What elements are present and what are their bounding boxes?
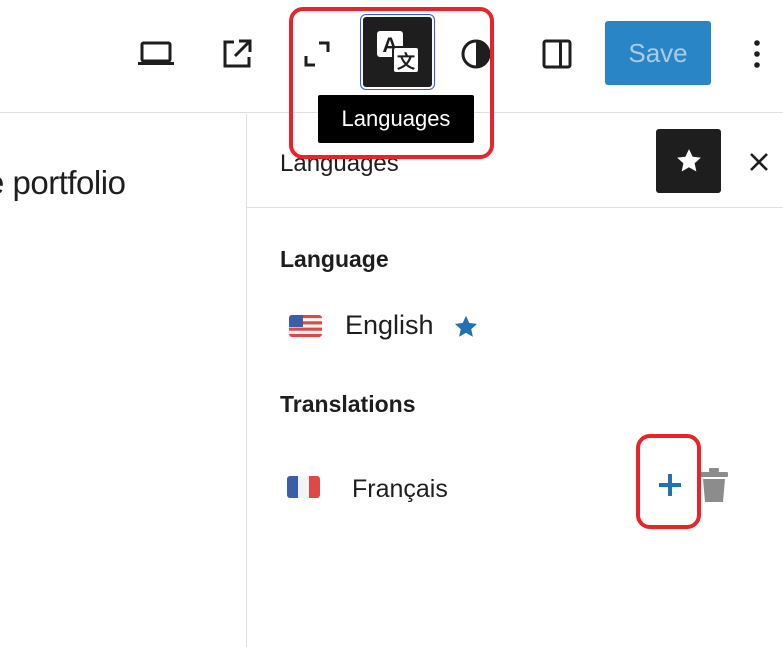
- us-flag-icon: [289, 315, 322, 337]
- close-sidebar-button[interactable]: [741, 144, 777, 180]
- canvas-heading-text[interactable]: e portfolio: [0, 164, 126, 202]
- translate-icon: A 文: [376, 31, 420, 74]
- translations-section-label: Translations: [280, 391, 416, 417]
- pin-star-button[interactable]: [656, 129, 721, 193]
- save-button[interactable]: Save: [605, 21, 711, 85]
- desktop-preview-button[interactable]: [129, 24, 183, 84]
- options-menu-button[interactable]: [735, 24, 779, 84]
- fr-flag-icon: [287, 476, 320, 498]
- star-icon: [676, 149, 701, 172]
- fullscreen-button[interactable]: [290, 24, 344, 84]
- trash-icon: [700, 468, 728, 502]
- languages-button[interactable]: A 文: [363, 17, 432, 87]
- external-view-icon: [223, 39, 252, 68]
- editor-canvas[interactable]: e portfolio: [0, 114, 246, 647]
- sidebar-title: Languages: [280, 150, 399, 177]
- svg-text:文: 文: [397, 51, 416, 73]
- styles-button[interactable]: [449, 24, 503, 84]
- languages-tooltip: Languages: [318, 95, 474, 143]
- delete-translation-button[interactable]: [697, 466, 731, 504]
- plus-icon: [659, 474, 681, 496]
- sidebar-toggle-icon: [542, 39, 572, 69]
- settings-sidebar-button[interactable]: [530, 24, 584, 84]
- close-icon: [750, 153, 768, 171]
- view-site-button[interactable]: [210, 24, 264, 84]
- fullscreen-icon: [304, 41, 330, 67]
- half-circle-contrast-icon: [461, 39, 491, 69]
- desktop-preview-icon: [138, 41, 174, 65]
- translation-language-name: Français: [352, 475, 448, 503]
- default-language-star-icon: [454, 315, 478, 337]
- languages-sidebar: Languages Language English Translations: [246, 114, 783, 647]
- language-section-label: Language: [280, 246, 389, 272]
- vertical-ellipsis-icon: [754, 40, 760, 68]
- add-translation-button[interactable]: [652, 467, 688, 503]
- default-language-name: English: [345, 310, 434, 340]
